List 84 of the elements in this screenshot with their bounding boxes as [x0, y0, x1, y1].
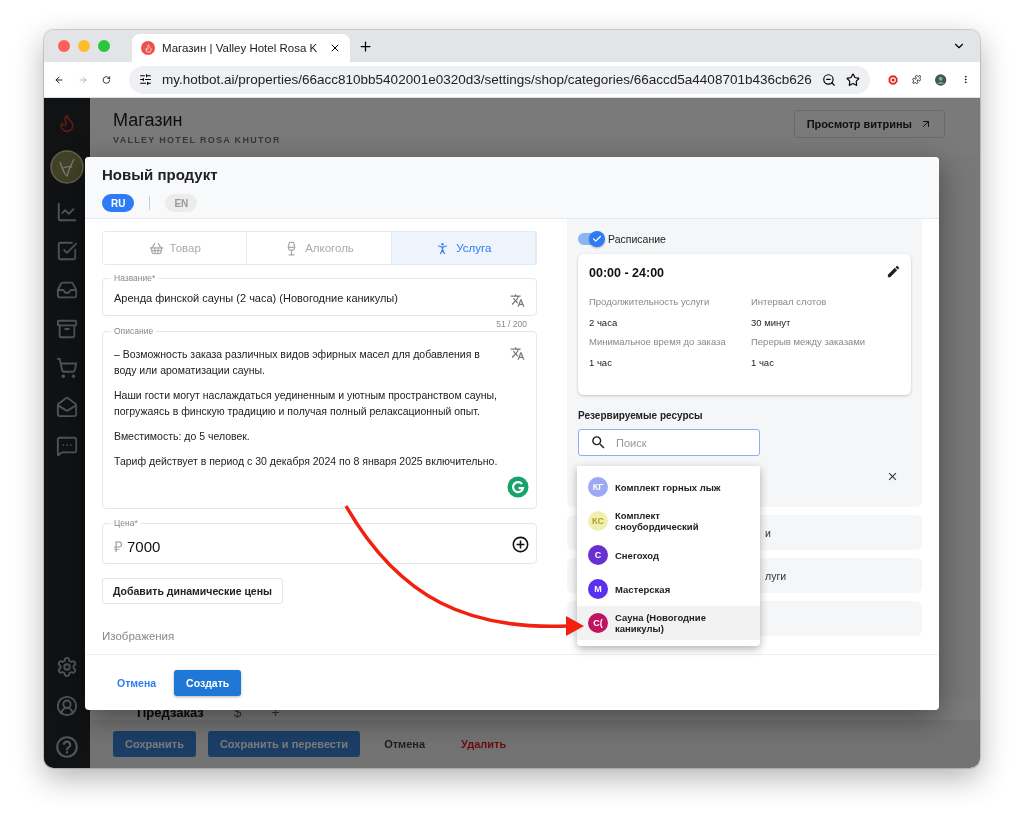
save-button[interactable]: Сохранить	[113, 731, 196, 757]
pencil-icon[interactable]	[886, 264, 901, 279]
star-icon[interactable]	[845, 72, 860, 87]
description-paragraph: Наши гости могут наслаждаться уединенным и уютным пространством сауны, погружаясь в финскую традицию и получая полный релаксационный опыт.	[114, 388, 499, 419]
detail-label: Интервал слотов	[751, 296, 828, 307]
arrow-up-right-icon	[920, 118, 932, 130]
mail-icon[interactable]	[56, 396, 78, 418]
cart-icon[interactable]	[56, 357, 78, 379]
inbox-icon[interactable]	[56, 279, 78, 301]
chat-icon[interactable]	[56, 435, 78, 457]
translate-icon[interactable]	[510, 346, 525, 361]
new-tab-icon[interactable]	[358, 38, 373, 54]
detail-value: 1 час	[589, 357, 613, 368]
create-button[interactable]: Создать	[174, 669, 242, 696]
search-field[interactable]: Поиск	[578, 429, 760, 456]
price-value: 7000	[127, 537, 161, 555]
settings-icon[interactable]	[56, 656, 78, 678]
detail-value: 2 часа	[589, 317, 619, 328]
cancel-button[interactable]: Отмена	[372, 731, 438, 757]
close-window-button[interactable]	[58, 40, 70, 52]
description-paragraph: Тариф действует в период с 30 декабря 2024 по 8 января 2025 включительно.	[114, 454, 499, 469]
language-chip[interactable]: RU	[102, 194, 135, 212]
field-value: Аренда финской сауны (2 часа) (Новогодние каникулы)	[114, 292, 399, 304]
images-label: Изображения	[102, 630, 176, 642]
tray-icon[interactable]	[56, 318, 78, 340]
resource-option[interactable]: КГ Комплект горных лыж	[577, 470, 760, 504]
checkbox-icon[interactable]	[56, 240, 78, 262]
translate-icon[interactable]	[510, 293, 525, 308]
schedule-toggle[interactable]	[578, 233, 604, 245]
cancel-button[interactable]: Отмена	[107, 670, 167, 695]
dialog-title: Новый продукт	[102, 166, 219, 183]
page-title: Магазин	[113, 110, 184, 131]
resources-label: Резервируемые ресурсы	[578, 410, 704, 421]
grammar-assistant-icon[interactable]	[507, 476, 529, 498]
field-label: Описание	[111, 326, 157, 336]
type-tab[interactable]: Услуга	[391, 232, 536, 264]
storefront-button[interactable]: Просмотр витрины	[793, 110, 945, 138]
detail-label: Перерыв между заказами	[751, 336, 867, 347]
save-button[interactable]: Сохранить и перевести	[207, 731, 361, 757]
flame-icon	[141, 41, 155, 55]
initials-avatar: КГ	[588, 477, 608, 497]
detail-label: Продолжительность услуги	[589, 296, 711, 307]
field-label: Цена*	[111, 518, 141, 528]
page-subtitle: VALLEY HOTEL ROSA KHUTOR	[113, 135, 281, 145]
resource-option[interactable]: С Снегоход	[577, 538, 760, 572]
add-icon[interactable]	[511, 535, 530, 554]
delete-button[interactable]: Удалить	[449, 731, 519, 757]
currency-symbol: ₽	[114, 537, 123, 556]
resource-option[interactable]: КС Комплект сноубордический	[577, 504, 760, 538]
zoom-out-icon[interactable]	[821, 72, 836, 87]
help-icon[interactable]	[54, 734, 80, 760]
address-bar[interactable]: my.hotbot.ai/properties/66acc810bb5402001e0320d3/settings/shop/categories/66accd5a4408701b436cb626	[128, 65, 870, 94]
detail-value: 30 минут	[751, 317, 792, 328]
language-chip[interactable]: EN	[165, 194, 198, 212]
type-tab[interactable]: Товар	[103, 232, 248, 264]
close-icon[interactable]	[886, 470, 899, 483]
browser-tab[interactable]: Магазин | Valley Hotel Rosa K	[132, 34, 350, 62]
schedule-hours: 00:00 - 24:00	[589, 266, 665, 280]
initials-avatar: С(	[588, 613, 608, 633]
initials-avatar: С	[588, 545, 608, 565]
dynamic-prices-button[interactable]: Добавить динамические цены	[102, 578, 283, 604]
detail-value: 1 час	[751, 357, 775, 368]
row-text: луги	[765, 569, 787, 582]
user-icon[interactable]	[56, 695, 78, 717]
description-paragraph: – Возможность заказа различных видов эфирных масел для добавления в воду или ароматизации сауны.	[114, 347, 481, 378]
character-counter: 51 / 200	[496, 319, 527, 329]
field-label: Название*	[111, 273, 159, 283]
preorder-label: Предзаказ	[137, 705, 204, 720]
resource-option[interactable]: С( Сауна (Новогодние каникулы)	[577, 606, 760, 640]
row-text: и	[765, 526, 771, 539]
search-icon	[590, 434, 607, 451]
check-icon	[592, 234, 602, 244]
description-paragraph: Вместимость: до 5 человек.	[114, 429, 251, 444]
chart-icon[interactable]	[56, 201, 78, 223]
site-settings-icon[interactable]	[138, 73, 152, 86]
schedule-label: Расписание	[608, 233, 666, 245]
close-icon[interactable]	[329, 42, 341, 54]
property-avatar[interactable]	[50, 150, 84, 184]
basket-icon	[148, 240, 164, 256]
detail-label: Минимальное время до заказа	[589, 336, 727, 347]
initials-avatar: М	[588, 579, 608, 599]
initials-avatar: КС	[588, 511, 608, 531]
resource-option[interactable]: М Мастерская	[577, 572, 760, 606]
puzzle-icon[interactable]	[911, 72, 922, 87]
